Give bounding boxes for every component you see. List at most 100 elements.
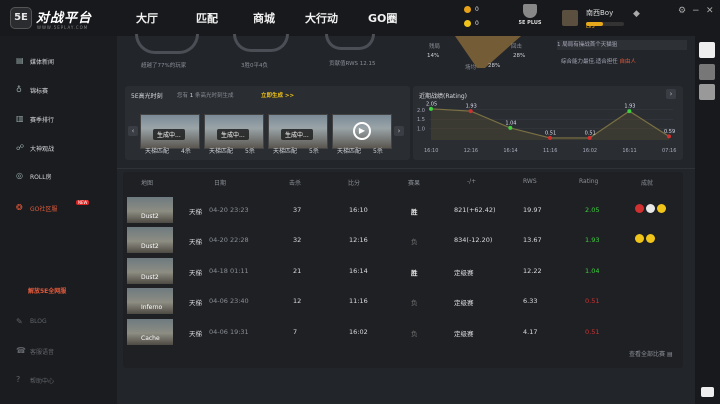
chart-point[interactable] [468, 109, 473, 114]
kills: 37 [293, 206, 302, 214]
friend-avatar-2[interactable] [699, 64, 715, 80]
gold-currency[interactable]: 0 [464, 6, 494, 16]
nav-lobby[interactable]: 大厅 [136, 10, 158, 26]
rating: 2.05 [585, 206, 600, 214]
table-row[interactable]: Dust2 天梯 04-20 23:23 37 16:10 胜 821(+62.42) 19.… [125, 196, 685, 224]
sidebar-item-label: 媒体新闻 [30, 59, 55, 66]
view-all-matches-link[interactable]: 查看全部比赛 ▤ [629, 349, 673, 358]
chat-icon[interactable] [701, 387, 714, 397]
nav-store[interactable]: 商城 [253, 10, 275, 26]
clip-kills: 5杀 [309, 148, 319, 155]
sidebar-item-roll[interactable]: ◎ ROLL房 [16, 171, 52, 181]
play-icon[interactable]: ▶ [353, 122, 371, 140]
chart-point[interactable] [587, 135, 592, 140]
info-row-1: 1 局局有操战首个天猫狙 [557, 40, 687, 50]
sidebar-item-season-rank[interactable]: ▥ 赛季排行 [16, 114, 55, 124]
nav-operation[interactable]: 大行动 [305, 10, 338, 26]
chart-data-label: 0.51 [545, 130, 556, 136]
highlight-clip-3[interactable]: 生成中... [268, 114, 328, 149]
highlight-clip-4[interactable]: ▶ [332, 114, 392, 149]
col-rating: Rating [579, 178, 599, 185]
coupon-currency[interactable]: 0 [464, 20, 494, 30]
nav-match[interactable]: 匹配 [196, 10, 218, 26]
trophy-icon: ♁ [16, 85, 22, 94]
achievement-medal-icon[interactable] [657, 204, 666, 213]
score: 12:16 [349, 236, 368, 244]
friend-avatar-3[interactable] [699, 84, 715, 100]
info-row-1-text: 1 局局有操战首个天猫狙 [557, 42, 618, 48]
generate-button[interactable]: 立即生成 >> [261, 91, 294, 99]
chart-point[interactable] [429, 106, 433, 111]
username[interactable]: 南西Boy [586, 8, 613, 18]
mode: 天梯 [189, 208, 202, 216]
chart-next-button[interactable]: › [666, 89, 676, 99]
sidebar-item-community[interactable]: ❂ GO社区服 NEW [16, 200, 90, 213]
shield-status-icon[interactable]: ◆ [633, 9, 640, 19]
achievement-medal-icon[interactable] [646, 234, 655, 243]
view-all-label: 查看全部比赛 [629, 351, 666, 358]
highlight-clip-1[interactable]: 生成中... [140, 114, 200, 149]
highlights-prev-button[interactable]: ‹ [128, 126, 138, 136]
sidebar-item-label: 帮助中心 [30, 378, 55, 385]
achievement-medal-icon[interactable] [635, 204, 644, 213]
clip-mode: 天梯匹配 [145, 148, 170, 155]
table-row[interactable]: Inferno 天梯 04-06 23:40 12 11:16 负 定级赛 6.33 0.51 [125, 287, 685, 315]
chart-point[interactable] [548, 135, 552, 140]
sidebar-item-blog[interactable]: ✎ BLOG [16, 317, 47, 326]
settings-icon[interactable]: ⚙ [678, 6, 686, 16]
beat-gauge [135, 34, 199, 54]
sidebar-item-label: 锦标赛 [30, 88, 49, 95]
rating: 0.51 [585, 328, 600, 336]
plus-badge[interactable]: 5E PLUS [515, 3, 545, 33]
achievement-medal-icon[interactable] [635, 234, 644, 243]
elo-change: 834(-12.20) [454, 236, 493, 244]
match-date: 04-06 19:31 [209, 328, 249, 336]
main-content: 超越了77%的玩家 3胜0平4负 贡献值RWS 12.15 残局 14% 回击 … [117, 34, 695, 404]
highlights-next-button[interactable]: › [394, 126, 404, 136]
map-name: Dust2 [141, 243, 159, 250]
score: 16:14 [349, 267, 368, 275]
rws: 12.22 [523, 267, 542, 275]
clip-kills: 5杀 [245, 148, 255, 155]
top-bar: 5E 对战平台 WWW.5EPLAY.COM 大厅 匹配 商城 大行动 GO圈 … [0, 0, 720, 36]
user-avatar[interactable] [562, 10, 578, 26]
highlights-sub-prefix: 您有 [177, 93, 189, 99]
ranking-icon: ▥ [16, 114, 24, 123]
list-icon: ▤ [666, 351, 673, 358]
result: 胜 [411, 208, 418, 216]
rating-chart: 2.0 1.5 1.0 2.05 16:10 1.93 12:16 1.04 16:14 0.51… [417, 101, 676, 154]
beat-text: 超越了77%的玩家 [141, 63, 187, 69]
table-row[interactable]: Dust2 天梯 04-20 22:28 32 12:16 负 834(-12.20) 13.… [125, 226, 685, 254]
clip-mode: 天梯匹配 [209, 148, 234, 155]
sidebar-item-label: 赛季排行 [30, 117, 55, 124]
col-elo: -/+ [467, 178, 477, 185]
highlights-sub-suffix: 条高光时刻生成 [195, 93, 234, 99]
nav-go-circle[interactable]: GO圈 [368, 10, 397, 26]
sidebar-item-tournament[interactable]: ♁ 锦标赛 [16, 85, 49, 95]
sidebar-item-watch[interactable]: ☍ 大神观战 [16, 143, 54, 153]
chart-point[interactable] [627, 109, 632, 114]
coupon-value: 0 [475, 20, 479, 27]
rws: 13.67 [523, 236, 542, 244]
result: 负 [411, 238, 418, 246]
rws: 6.33 [523, 297, 538, 305]
table-row[interactable]: Cache 天梯 04-06 19:31 7 16:02 负 定级赛 4.17 0.51 [125, 318, 685, 346]
minimize-icon[interactable]: − [692, 6, 700, 16]
highlights-sub-count: 1 [189, 93, 194, 99]
promo-banner[interactable]: 解放5E全网服 [28, 286, 66, 295]
result: 胜 [411, 269, 418, 277]
chart-point[interactable] [667, 134, 671, 139]
highlight-clip-2[interactable]: 生成中... [204, 114, 264, 149]
app-logo[interactable]: 5E 对战平台 WWW.5EPLAY.COM [4, 4, 124, 34]
friend-avatar-1[interactable] [699, 42, 715, 58]
elo-change: 821(+62.42) [454, 206, 496, 214]
achievement-medal-icon[interactable] [646, 204, 655, 213]
chart-point[interactable] [508, 125, 513, 130]
sidebar-item-help[interactable]: ? 帮助中心 [16, 375, 55, 385]
match-date: 04-06 23:40 [209, 297, 249, 305]
sidebar-item-service[interactable]: ☎ 客服语音 [16, 346, 54, 356]
table-row[interactable]: Dust2 天梯 04-18 01:11 21 16:14 胜 定级赛 12.22 1.04 [125, 257, 685, 285]
score: 16:02 [349, 328, 368, 336]
sidebar-item-news[interactable]: ▤ 媒体新闻 [16, 56, 55, 66]
close-icon[interactable]: ✕ [706, 6, 714, 16]
